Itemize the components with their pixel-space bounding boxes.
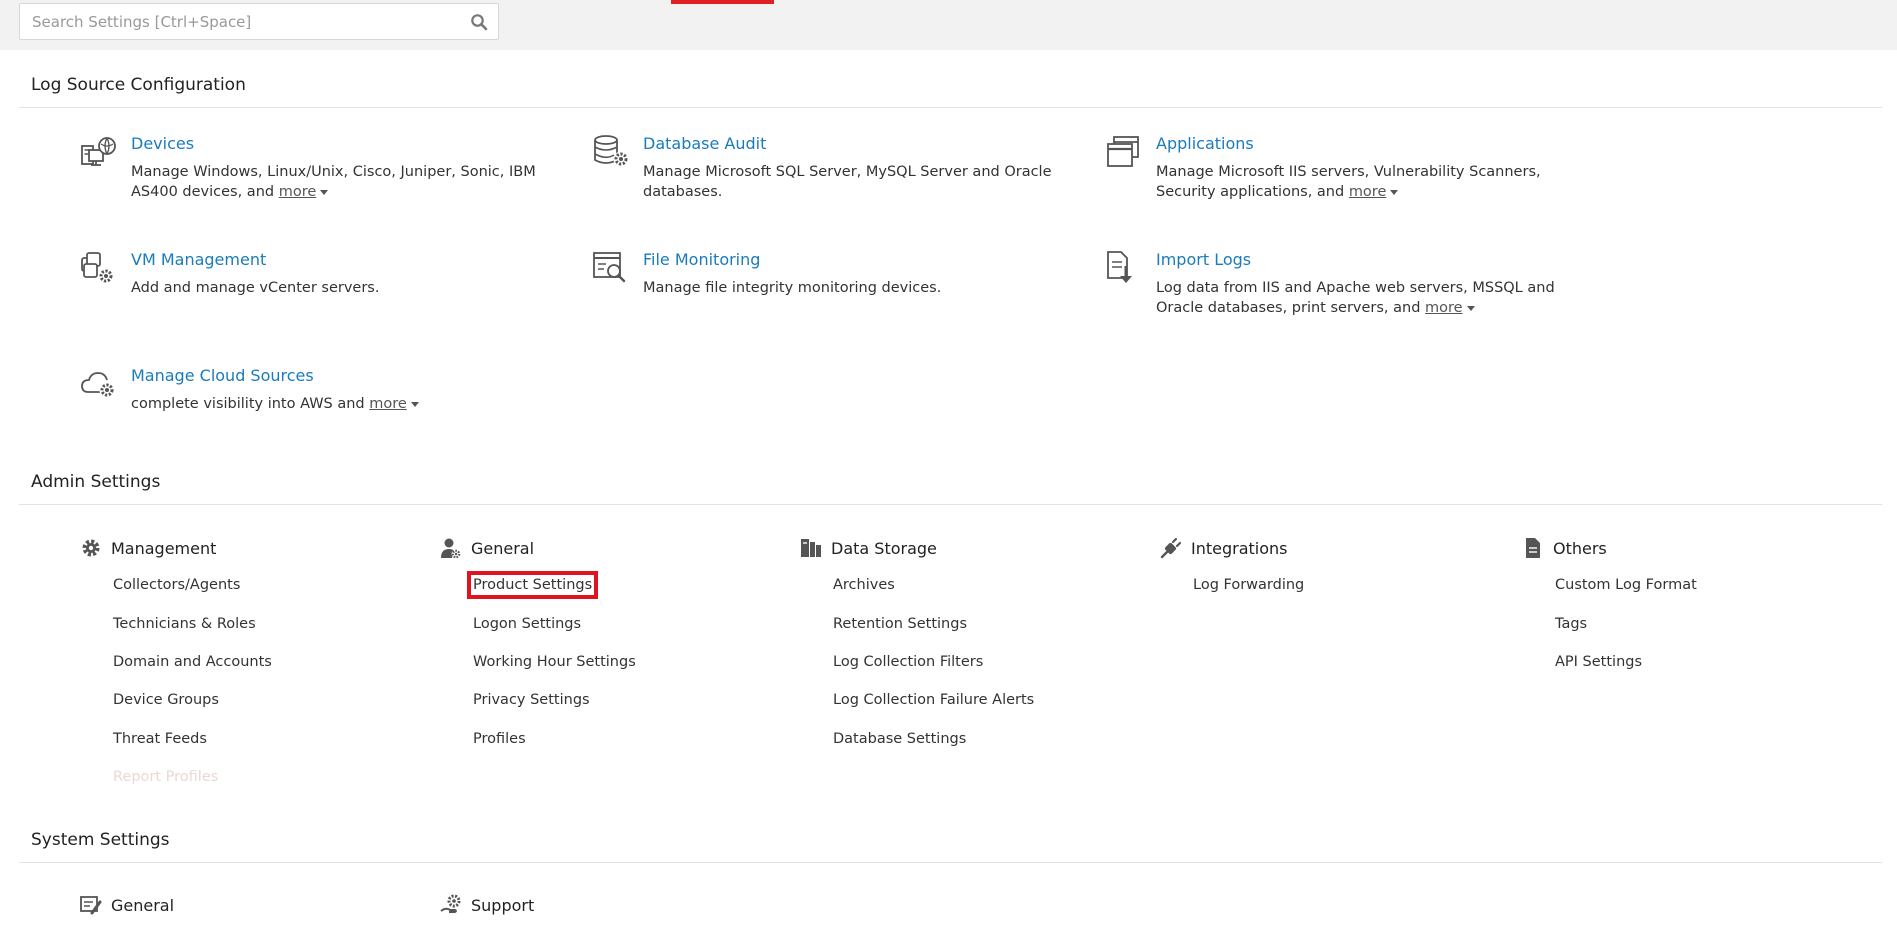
admin-item-database-settings[interactable]: Database Settings	[833, 731, 966, 747]
database-audit-icon	[594, 135, 629, 167]
devices-description: Manage Windows, Linux/Unix, Cisco, Junip…	[131, 162, 551, 202]
group-label: General	[471, 538, 535, 558]
file-monitoring-link[interactable]: File Monitoring	[643, 250, 760, 269]
section-title-admin: Admin Settings	[31, 472, 161, 492]
admin-item-working-hour-settings[interactable]: Working Hour Settings	[473, 654, 636, 670]
group-label: Data Storage	[831, 538, 937, 558]
system-general-icon	[80, 896, 102, 915]
import-logs-description: Log data from IIS and Apache web servers…	[1156, 278, 1576, 318]
devices-more-link[interactable]: more	[279, 184, 317, 200]
group-header: Others	[1522, 536, 1607, 560]
admin-item-profiles[interactable]: Profiles	[473, 731, 526, 747]
section-divider	[19, 504, 1882, 505]
import-logs-link[interactable]: Import Logs	[1156, 250, 1251, 269]
database-audit-description: Manage Microsoft SQL Server, MySQL Serve…	[643, 164, 1052, 200]
admin-item-logon-settings[interactable]: Logon Settings	[473, 616, 581, 632]
cloud-sources-description: complete visibility into AWS and more	[131, 394, 551, 414]
admin-item-retention-settings[interactable]: Retention Settings	[833, 616, 967, 632]
gear-icon	[82, 539, 100, 557]
cloud-sources-link[interactable]: Manage Cloud Sources	[131, 366, 314, 385]
admin-item-log-forwarding[interactable]: Log Forwarding	[1193, 577, 1304, 593]
active-tab-indicator	[671, 0, 774, 4]
user-settings-icon	[441, 538, 461, 559]
import-logs-icon	[1107, 251, 1132, 283]
admin-item-archives[interactable]: Archives	[833, 577, 895, 593]
database-audit-link[interactable]: Database Audit	[643, 134, 766, 153]
applications-link[interactable]: Applications	[1156, 134, 1254, 153]
group-label: Others	[1553, 538, 1607, 558]
group-header: General	[80, 893, 174, 917]
group-header: Data Storage	[800, 536, 937, 560]
admin-item-api-settings[interactable]: API Settings	[1555, 654, 1642, 670]
section-title-log-source: Log Source Configuration	[31, 75, 246, 95]
search-box[interactable]	[19, 3, 499, 40]
vm-management-description: Add and manage vCenter servers.	[131, 280, 380, 296]
devices-link[interactable]: Devices	[131, 134, 194, 153]
applications-more-link[interactable]: more	[1349, 184, 1387, 200]
search-input[interactable]	[20, 4, 450, 39]
group-header: Support	[440, 893, 534, 917]
import-logs-more-link[interactable]: more	[1425, 300, 1463, 316]
support-icon	[440, 894, 461, 913]
group-label: Support	[471, 895, 535, 915]
group-label: General	[111, 895, 175, 915]
top-bar	[0, 0, 1897, 50]
chevron-down-icon[interactable]	[410, 401, 419, 407]
chevron-down-icon[interactable]	[1390, 189, 1399, 195]
section-title-system: System Settings	[31, 830, 170, 850]
admin-item-device-groups[interactable]: Device Groups	[113, 692, 219, 708]
section-divider	[19, 107, 1882, 108]
section-divider	[19, 862, 1882, 863]
admin-item-tags[interactable]: Tags	[1555, 616, 1587, 632]
group-header: Integrations	[1160, 536, 1288, 560]
cloud-sources-icon	[81, 372, 115, 398]
cloud-sources-description-text: complete visibility into AWS and	[131, 396, 365, 412]
admin-item-collectors-agents[interactable]: Collectors/Agents	[113, 577, 240, 593]
admin-item-technicians-roles[interactable]: Technicians & Roles	[113, 616, 256, 632]
devices-description-text: Manage Windows, Linux/Unix, Cisco, Junip…	[131, 164, 536, 200]
data-storage-icon	[801, 539, 821, 557]
devices-icon	[81, 137, 116, 166]
admin-item-log-collection-filters[interactable]: Log Collection Filters	[833, 654, 983, 670]
group-label: Integrations	[1191, 538, 1288, 558]
chevron-down-icon[interactable]	[1466, 305, 1475, 311]
file-monitoring-description: Manage file integrity monitoring devices…	[643, 280, 942, 296]
group-header: Management	[80, 536, 216, 560]
applications-icon	[1107, 136, 1139, 167]
admin-item-log-collection-failure-alerts[interactable]: Log Collection Failure Alerts	[833, 692, 1034, 708]
plug-icon	[1160, 537, 1182, 559]
group-label: Management	[111, 538, 217, 558]
admin-item-report-profiles: Report Profiles	[113, 769, 219, 785]
admin-item-privacy-settings[interactable]: Privacy Settings	[473, 692, 590, 708]
admin-item-domain-accounts[interactable]: Domain and Accounts	[113, 654, 272, 670]
import-logs-description-text: Log data from IIS and Apache web servers…	[1156, 280, 1555, 316]
document-icon	[1526, 538, 1540, 558]
file-monitoring-icon	[593, 252, 626, 283]
admin-item-product-settings[interactable]: Product Settings	[466, 571, 599, 599]
admin-item-custom-log-format[interactable]: Custom Log Format	[1555, 577, 1697, 593]
vm-management-icon	[81, 252, 114, 284]
applications-description: Manage Microsoft IIS servers, Vulnerabil…	[1156, 162, 1576, 202]
group-header: General	[440, 536, 534, 560]
admin-item-threat-feeds[interactable]: Threat Feeds	[113, 731, 207, 747]
chevron-down-icon[interactable]	[320, 189, 329, 195]
search-icon[interactable]	[470, 13, 488, 31]
vm-management-link[interactable]: VM Management	[131, 250, 266, 269]
cloud-sources-more-link[interactable]: more	[369, 396, 407, 412]
